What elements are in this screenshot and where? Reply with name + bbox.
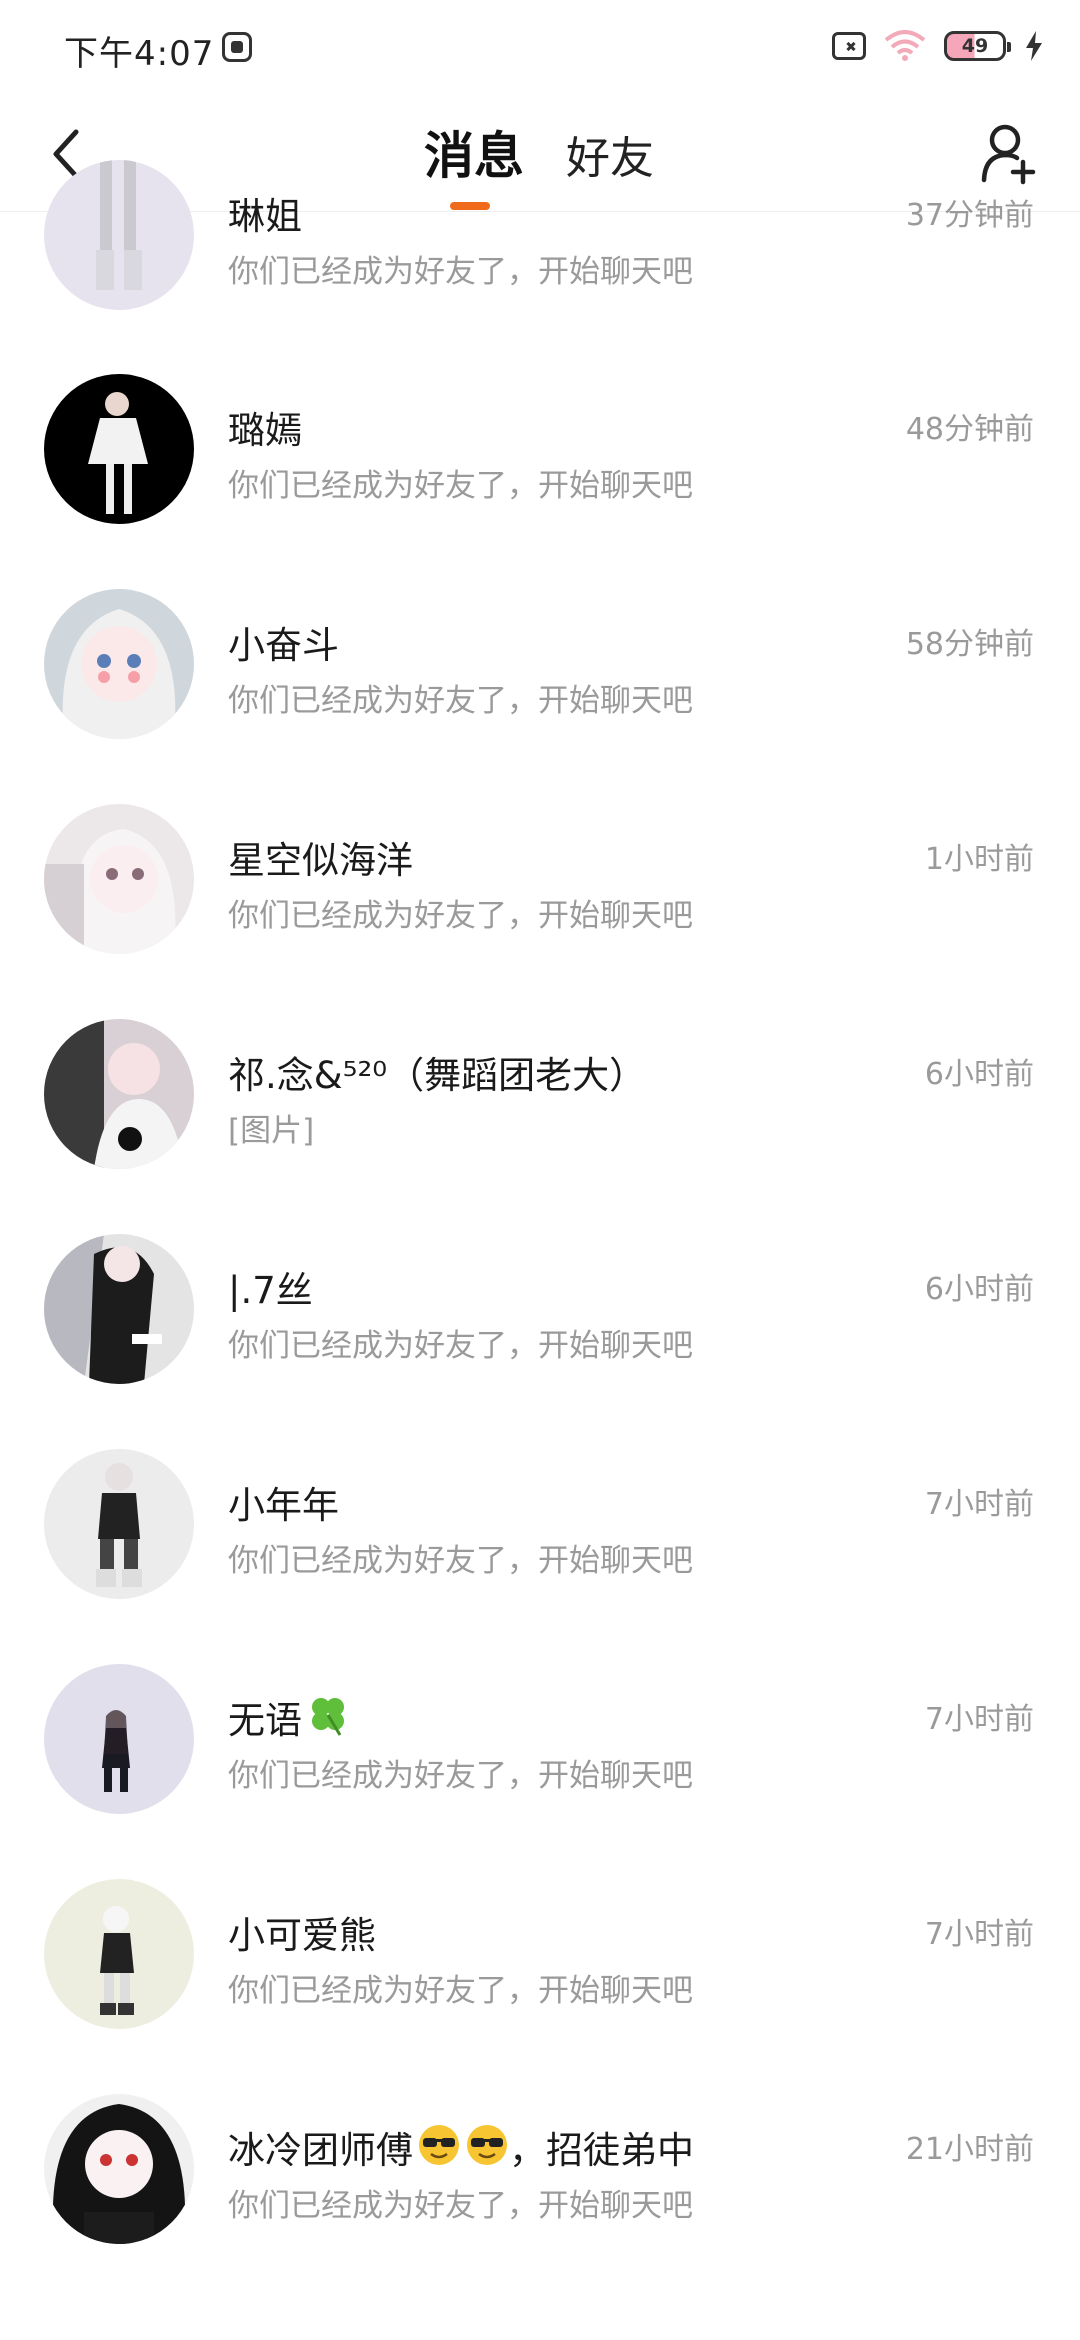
- wifi-icon: [884, 30, 926, 61]
- status-bar: 下午4:07 49: [0, 0, 1080, 96]
- message-preview: 你们已经成为好友了，开始聊天吧: [228, 1758, 693, 1794]
- message-preview: 你们已经成为好友了，开始聊天吧: [228, 683, 693, 719]
- contact-name: 冰冷团师傅 ，招徒弟中: [228, 2120, 694, 2174]
- avatar: [44, 1879, 194, 2029]
- conversation-row[interactable]: 小年年 你们已经成为好友了，开始聊天吧 7小时前: [0, 1417, 1080, 1632]
- sim-off-icon: [832, 32, 866, 60]
- contact-name: 小年年: [228, 1484, 339, 1527]
- contact-name: 琳姐: [228, 195, 302, 238]
- conversation-row[interactable]: |.7丝 你们已经成为好友了，开始聊天吧 6小时前: [0, 1202, 1080, 1417]
- contact-name: 小可爱熊: [228, 1914, 376, 1957]
- status-icons: 49: [832, 26, 1044, 66]
- messages-screen: 下午4:07 49 消息 好友 琳姐 你们已经成为好友了，开始聊天吧 37分钟前…: [0, 0, 1080, 2340]
- contact-name: 璐嫣: [228, 409, 302, 452]
- message-time: 48分钟前: [905, 412, 1034, 447]
- avatar: [44, 374, 194, 524]
- message-time: 6小时前: [924, 1272, 1034, 1307]
- contact-name-text: 冰冷团师傅: [228, 2129, 413, 2172]
- message-preview: 你们已经成为好友了，开始聊天吧: [228, 898, 693, 934]
- conversation-row[interactable]: 星空似海洋 你们已经成为好友了，开始聊天吧 1小时前: [0, 772, 1080, 987]
- status-time: 下午4:07: [64, 34, 215, 74]
- contact-name: 星空似海洋: [228, 839, 413, 882]
- message-preview: 你们已经成为好友了，开始聊天吧: [228, 1328, 693, 1364]
- four-leaf-clover-icon: [312, 1698, 344, 1736]
- avatar: [44, 160, 194, 310]
- contact-name: 小奋斗: [228, 624, 339, 667]
- message-preview: 你们已经成为好友了，开始聊天吧: [228, 468, 693, 504]
- conversation-row[interactable]: 无语 你们已经成为好友了，开始聊天吧 7小时前: [0, 1632, 1080, 1847]
- avatar: [44, 1449, 194, 1599]
- message-preview: 你们已经成为好友了，开始聊天吧: [228, 254, 693, 290]
- avatar: [44, 804, 194, 954]
- contact-name: 无语: [228, 1690, 350, 1744]
- message-time: 6小时前: [924, 1057, 1034, 1092]
- contact-name-text: 无语: [228, 1699, 302, 1742]
- message-time: 37分钟前: [905, 198, 1034, 233]
- avatar: [44, 1019, 194, 1169]
- battery-icon: 49: [944, 31, 1011, 61]
- avatar: [44, 589, 194, 739]
- message-time: 21小时前: [905, 2132, 1034, 2167]
- contact-name: 祁.念&⁵²⁰（舞蹈团老大）: [228, 1054, 647, 1097]
- conversation-row[interactable]: 璐嫣 你们已经成为好友了，开始聊天吧 48分钟前: [0, 342, 1080, 557]
- sunglasses-face-icon: [467, 2125, 507, 2165]
- conversation-row[interactable]: 小可爱熊 你们已经成为好友了，开始聊天吧 7小时前: [0, 1847, 1080, 2062]
- message-preview: 你们已经成为好友了，开始聊天吧: [228, 1973, 693, 2009]
- contact-name: |.7丝: [228, 1269, 313, 1312]
- conversation-row[interactable]: 小奋斗 你们已经成为好友了，开始聊天吧 58分钟前: [0, 557, 1080, 772]
- message-time: 58分钟前: [905, 627, 1034, 662]
- message-time: 7小时前: [924, 1917, 1034, 1952]
- sunglasses-face-icon: [419, 2125, 459, 2165]
- conversation-row[interactable]: 冰冷团师傅 ，招徒弟中 你们已经成为好友了，开始聊天吧 21小时前: [0, 2062, 1080, 2277]
- contact-name-suffix: ，招徒弟中: [509, 2129, 694, 2172]
- app-icon: [222, 32, 252, 62]
- avatar: [44, 2094, 194, 2244]
- conversation-row[interactable]: 祁.念&⁵²⁰（舞蹈团老大） [图片] 6小时前: [0, 987, 1080, 1202]
- conversation-row[interactable]: 琳姐 你们已经成为好友了，开始聊天吧 37分钟前: [0, 128, 1080, 343]
- message-preview: 你们已经成为好友了，开始聊天吧: [228, 2188, 693, 2224]
- message-preview: 你们已经成为好友了，开始聊天吧: [228, 1543, 693, 1579]
- message-time: 1小时前: [924, 842, 1034, 877]
- message-time: 7小时前: [924, 1702, 1034, 1737]
- avatar: [44, 1664, 194, 1814]
- charging-bolt-icon: [1026, 31, 1042, 61]
- avatar: [44, 1234, 194, 1384]
- message-preview: [图片]: [228, 1113, 315, 1149]
- message-time: 7小时前: [924, 1487, 1034, 1522]
